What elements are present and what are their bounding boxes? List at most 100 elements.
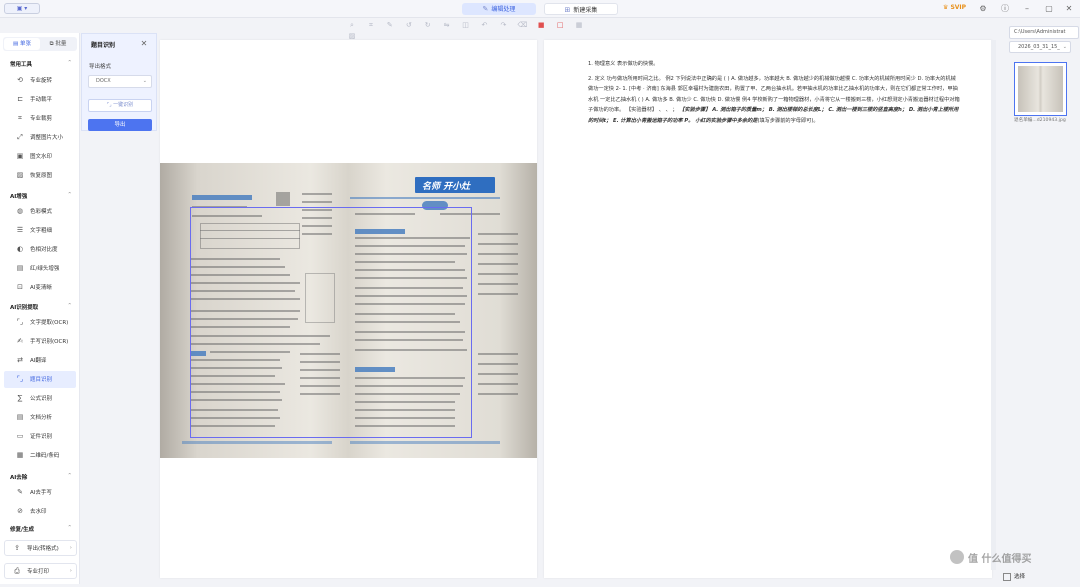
- undo-icon[interactable]: ↶: [477, 20, 491, 31]
- qrcode-icon: ▦: [16, 451, 24, 459]
- contrast-icon: ◐: [16, 245, 24, 253]
- chevron-up-icon: ⌃: [67, 473, 72, 479]
- tab-batch-label: 批量: [55, 41, 67, 47]
- tab-batch[interactable]: ⧉ 批量: [40, 38, 76, 50]
- recognition-selection-box[interactable]: [190, 207, 472, 438]
- sidebar-item-label: AI去手写: [30, 490, 52, 496]
- ocr-result-text[interactable]: 1. 物理意义 表示做功的快慢。 2. 定义 功与做功所用时间之比。 例2 下列…: [588, 59, 960, 131]
- section-title: 常用工具: [10, 62, 33, 68]
- image-toolbar: ⌕ ⌗ ✎ ↺ ↻ ⇋ ◫ ↶ ↷ ⌫ ■ □ ▦ ▨: [345, 20, 593, 40]
- folder-select[interactable]: 2026_03_31_15_ ⌄: [1009, 41, 1071, 53]
- redo-icon[interactable]: ↷: [496, 20, 510, 31]
- help-icon[interactable]: ⓘ: [999, 3, 1011, 15]
- sidebar-item-label: 专业旋转: [30, 78, 53, 84]
- section-ai-remove[interactable]: AI去除 ⌃: [10, 473, 72, 481]
- export-format-button[interactable]: ⇪ 导出(转格式) ›: [4, 540, 77, 556]
- printer-icon: ⎙: [14, 567, 20, 575]
- sidebar-item-label: 调整图片大小: [30, 135, 64, 141]
- sidebar-item-watermark[interactable]: ▣ 图文水印: [4, 148, 76, 165]
- tab-single-label: 单张: [19, 41, 31, 47]
- export-button[interactable]: 导出: [88, 119, 152, 131]
- maximize-icon[interactable]: ▢: [1043, 3, 1055, 15]
- sidebar-item-crop[interactable]: ⌗ 专业裁剪: [4, 110, 76, 127]
- print-label: 专业打印: [27, 569, 50, 575]
- minimize-icon[interactable]: –: [1021, 3, 1033, 15]
- select-toggle[interactable]: 选择: [1003, 572, 1080, 587]
- settings-icon[interactable]: ⚙: [977, 3, 989, 15]
- format-value: DOCX: [96, 78, 111, 84]
- tab-edit[interactable]: ✎ 编辑处理: [462, 3, 536, 15]
- sidebar-item-red-green[interactable]: ▤ 红/绿头增强: [4, 260, 76, 277]
- export-format-label: 导出格式: [89, 64, 112, 70]
- svip-badge[interactable]: ♛ SVIP: [943, 4, 966, 11]
- single-icon: ▤: [13, 41, 20, 47]
- checkbox-icon[interactable]: [1003, 572, 1011, 581]
- sidebar-item-remove-watermark[interactable]: ⊘ 去水印: [4, 503, 76, 520]
- sidebar-item-contrast[interactable]: ◐ 色相对比度: [4, 241, 76, 258]
- tab-edit-label: 编辑处理: [491, 6, 516, 13]
- rect-outline-red-icon[interactable]: □: [553, 20, 567, 31]
- sidebar-item-label: 色相对比度: [30, 247, 58, 253]
- sidebar-item-ai-sharpen[interactable]: ⊡ AI变清晰: [4, 279, 76, 296]
- section-ai-enhance[interactable]: AI增强 ⌃: [10, 192, 72, 200]
- sidebar-item-remove-handwriting[interactable]: ✎ AI去手写: [4, 484, 76, 501]
- sidebar-item-text-weight[interactable]: ☰ 文字粗细: [4, 222, 76, 239]
- chevron-right-icon: ›: [69, 568, 72, 574]
- folder-path-field[interactable]: C:\Users\Administrat: [1009, 26, 1079, 39]
- sidebar-item-label: 二维码/条码: [30, 453, 60, 459]
- print-button[interactable]: ⎙ 专业打印 ›: [4, 563, 77, 579]
- pen-icon[interactable]: ✎: [383, 20, 397, 31]
- tab-single[interactable]: ▤ 单张: [4, 38, 40, 50]
- book-photo[interactable]: 名师 开小灶: [160, 163, 537, 458]
- flip-icon[interactable]: ⇋: [440, 20, 454, 31]
- one-key-recognize-button[interactable]: ⌜⌟ 一键识别: [88, 99, 152, 112]
- rect-red-icon[interactable]: ■: [534, 20, 548, 31]
- close-icon[interactable]: ✕: [139, 39, 149, 49]
- section-repair[interactable]: 修复/生成 ⌃: [10, 525, 72, 533]
- sidebar-item-formula[interactable]: ∑ 公式识别: [4, 390, 76, 407]
- sidebar-item-translate[interactable]: ⇄ AI翻译: [4, 352, 76, 369]
- app-menu-button[interactable]: ▣ ▾: [4, 3, 40, 14]
- vertical-scrollbar[interactable]: [991, 40, 996, 570]
- sidebar-item-label: 手写识别(OCR): [30, 339, 69, 345]
- export-icon: ⇪: [14, 544, 20, 552]
- sidebar-item-doc-analysis[interactable]: ▤ 文档分析: [4, 409, 76, 426]
- sidebar-item-label: 文字粗细: [30, 228, 53, 234]
- sidebar-item-rotate[interactable]: ⟲ 专业旋转: [4, 72, 76, 89]
- image-thumbnail[interactable]: [1014, 62, 1067, 116]
- format-select[interactable]: DOCX ⌄: [88, 75, 152, 88]
- section-title: AI识别提取: [10, 305, 39, 311]
- tab-new-capture[interactable]: ⊞ 新建采集: [544, 3, 618, 15]
- rotate-left-icon[interactable]: ↺: [402, 20, 416, 31]
- section-ai-extract[interactable]: AI识别提取 ⌃: [10, 303, 72, 311]
- section-common-tools[interactable]: 常用工具 ⌃: [10, 60, 72, 68]
- handwriting-icon: ✍: [17, 337, 23, 345]
- section-title: AI增强: [10, 194, 28, 200]
- sidebar-item-handwriting[interactable]: ✍ 手写识别(OCR): [4, 333, 76, 350]
- svip-label: SVIP: [950, 4, 967, 11]
- sidebar-item-color-mode[interactable]: ◍ 色彩模式: [4, 203, 76, 220]
- sidebar-item-ocr[interactable]: ⌜⌟ 文字提取(OCR): [4, 314, 76, 331]
- search-icon[interactable]: ⌕: [345, 20, 359, 31]
- sidebar-item-question[interactable]: ⌜⌟ 题目识别: [4, 371, 76, 388]
- image-preview-page: 名师 开小灶: [160, 40, 537, 578]
- sidebar-item-restore[interactable]: ▨ 恢复原图: [4, 167, 76, 184]
- title-bar: ▣ ▾ ✎ 编辑处理 ⊞ 新建采集 ♛ SVIP ⚙ ⓘ – ▢ ✕: [0, 0, 1080, 18]
- compare-icon[interactable]: ◫: [459, 20, 473, 31]
- crop-icon[interactable]: ⌗: [364, 20, 378, 31]
- delete-icon[interactable]: ⌫: [515, 20, 529, 31]
- close-icon[interactable]: ✕: [1063, 3, 1075, 15]
- sidebar-item-flatten[interactable]: ⊏ 手动裁平: [4, 91, 76, 108]
- grid-icon[interactable]: ▦: [572, 20, 586, 31]
- sidebar-item-label: 专业裁剪: [30, 116, 53, 122]
- sidebar-item-qrcode[interactable]: ▦ 二维码/条码: [4, 447, 76, 464]
- rotate-right-icon[interactable]: ↻: [421, 20, 435, 31]
- text-weight-icon: ☰: [16, 226, 24, 234]
- remove-watermark-icon: ⊘: [17, 507, 23, 515]
- sidebar-item-id-card[interactable]: ▭ 证件识别: [4, 428, 76, 445]
- question-icon: ⌜⌟: [16, 375, 24, 383]
- brand-text: 名师 开小灶: [422, 182, 471, 192]
- sidebar-item-label: 手动裁平: [30, 97, 53, 103]
- sidebar-item-resize[interactable]: ⤢ 调整图片大小: [4, 129, 76, 146]
- crop-icon: ⌗: [18, 114, 22, 122]
